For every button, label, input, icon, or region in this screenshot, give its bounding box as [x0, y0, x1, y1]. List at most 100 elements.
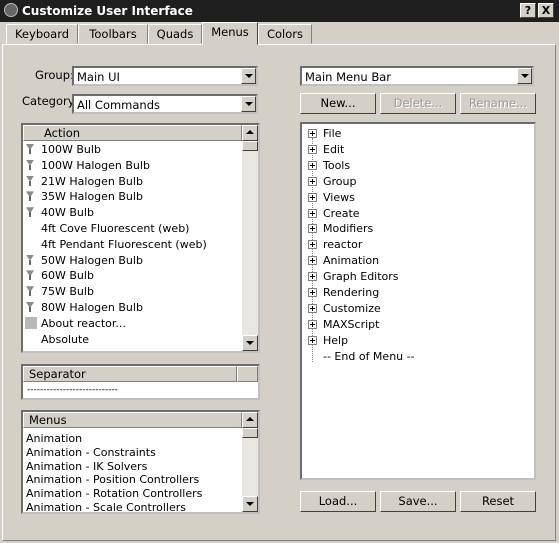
menu-tree-item[interactable]: Rendering: [308, 285, 379, 301]
action-item[interactable]: Absolute: [25, 332, 89, 347]
delete-menu-button[interactable]: Delete...: [380, 93, 456, 114]
window-title: Customize User Interface: [22, 4, 193, 18]
menu-list-item[interactable]: Animation - Position Controllers: [26, 472, 199, 487]
action-item[interactable]: 50W Halogen Bulb: [25, 253, 143, 268]
menu-tree-item[interactable]: Graph Editors: [308, 269, 399, 285]
menu-tree-item[interactable]: Customize: [308, 301, 381, 317]
action-column-header[interactable]: Action: [23, 125, 242, 141]
separator-column-header[interactable]: Separator: [23, 366, 237, 382]
menu-tree-item[interactable]: MAXScript: [308, 317, 379, 333]
menu-tree-item[interactable]: Group: [308, 174, 357, 190]
menu-list-item[interactable]: Animation - IK Solvers: [26, 459, 147, 474]
tab-quads[interactable]: Quads: [148, 24, 202, 44]
chevron-down-icon[interactable]: [241, 96, 256, 112]
expand-plus-icon[interactable]: [308, 129, 317, 138]
action-item[interactable]: 40W Bulb: [25, 205, 94, 220]
menus-list[interactable]: Menus Animation Animation - Constraints An…: [21, 410, 260, 514]
load-button[interactable]: Load...: [300, 491, 376, 512]
expand-plus-icon[interactable]: [308, 208, 317, 218]
action-item[interactable]: 35W Halogen Bulb: [25, 189, 143, 204]
chevron-down-icon[interactable]: [517, 68, 532, 84]
menu-tree-item-label: Views: [323, 190, 355, 204]
save-button[interactable]: Save...: [380, 491, 456, 512]
expand-plus-icon[interactable]: [308, 176, 317, 186]
separator-list[interactable]: Separator ----------------------------: [21, 364, 260, 400]
scroll-thumb[interactable]: [242, 141, 258, 151]
menu-tree-item-label: File: [323, 127, 342, 140]
action-item-label: 21W Halogen Bulb: [41, 174, 143, 188]
expand-plus-icon[interactable]: [308, 303, 317, 313]
action-list[interactable]: Action 100W Bulb 100W Halogen Bulb 21W Hal…: [21, 123, 260, 353]
action-item[interactable]: 4ft Cove Fluorescent (web): [25, 221, 189, 236]
menu-tree-item[interactable]: File: [308, 126, 341, 142]
expand-plus-icon[interactable]: [308, 240, 317, 250]
tab-toolbars[interactable]: Toolbars: [78, 24, 148, 44]
scroll-up-icon[interactable]: [242, 125, 258, 141]
scroll-down-icon[interactable]: [242, 496, 258, 512]
menus-scrollbar[interactable]: [242, 412, 258, 512]
menu-tree-item-label: Animation: [323, 254, 380, 268]
reset-button[interactable]: Reset: [460, 491, 536, 512]
close-button[interactable]: X: [538, 3, 554, 18]
bulb-icon: [25, 285, 37, 297]
separator-item[interactable]: ----------------------------: [27, 383, 118, 398]
action-item-label: Absolute: [41, 332, 90, 346]
action-item[interactable]: 4ft Pendant Fluorescent (web): [25, 237, 207, 252]
expand-plus-icon[interactable]: [308, 160, 317, 170]
action-item[interactable]: 21W Halogen Bulb: [25, 174, 143, 189]
menu-tree-item-label: MAXScript: [323, 317, 380, 331]
scroll-down-icon[interactable]: [242, 335, 258, 351]
bulb-icon: [25, 175, 37, 187]
help-button[interactable]: ?: [520, 3, 536, 18]
menus-column-header[interactable]: Menus: [23, 412, 242, 428]
menu-list-item[interactable]: Animation - Rotation Controllers: [26, 486, 202, 501]
category-value: All Commands: [77, 98, 161, 112]
expand-plus-icon[interactable]: [308, 288, 317, 297]
menu-list-item[interactable]: Animation - Scale Controllers: [26, 500, 186, 512]
menu-tree-item[interactable]: Create: [308, 206, 360, 222]
expand-plus-icon[interactable]: [308, 144, 317, 154]
expand-plus-icon[interactable]: [308, 272, 317, 282]
menu-tree[interactable]: File Edit Tools Group Views Create Modifiers re…: [300, 122, 536, 480]
action-item[interactable]: 80W Halogen Bulb: [25, 300, 143, 315]
menu-tree-item[interactable]: Animation: [308, 253, 379, 269]
menu-tree-item[interactable]: Views: [308, 190, 355, 206]
group-dropdown[interactable]: Main UI: [72, 66, 258, 86]
expand-plus-icon[interactable]: [308, 335, 317, 345]
menu-list-item[interactable]: Animation - Constraints: [26, 445, 156, 460]
scroll-thumb[interactable]: [242, 428, 258, 438]
new-menu-button[interactable]: New...: [300, 93, 376, 114]
action-scrollbar[interactable]: [242, 125, 258, 351]
action-item-label: 4ft Pendant Fluorescent (web): [41, 237, 207, 251]
scroll-up-icon[interactable]: [242, 412, 258, 428]
tab-menus[interactable]: Menus: [202, 22, 258, 45]
action-item[interactable]: About reactor...: [25, 316, 126, 331]
action-item[interactable]: 100W Bulb: [25, 142, 101, 157]
tab-colors[interactable]: Colors: [258, 24, 312, 44]
action-item-label: 100W Halogen Bulb: [41, 158, 150, 172]
expand-plus-icon[interactable]: [308, 224, 317, 234]
expand-plus-icon[interactable]: [308, 256, 317, 266]
title-bar: Customize User Interface ? X: [0, 0, 559, 22]
menu-tree-item[interactable]: Edit: [308, 142, 344, 158]
group-label: Group:: [35, 68, 74, 82]
action-item-label: 100W Bulb: [41, 143, 101, 156]
expand-plus-icon[interactable]: [308, 192, 317, 202]
action-item[interactable]: 100W Halogen Bulb: [25, 158, 150, 173]
chevron-down-icon[interactable]: [241, 68, 256, 84]
action-item[interactable]: 75W Bulb: [25, 284, 94, 299]
menu-tree-item[interactable]: reactor: [308, 237, 362, 253]
tab-keyboard[interactable]: Keyboard: [6, 24, 78, 44]
menu-list-item[interactable]: Animation: [26, 431, 82, 446]
category-dropdown[interactable]: All Commands: [72, 94, 258, 114]
menu-tree-item[interactable]: Tools: [308, 158, 350, 174]
expand-plus-icon[interactable]: [308, 319, 317, 329]
menu-select-dropdown[interactable]: Main Menu Bar: [300, 66, 534, 86]
end-of-menu-marker[interactable]: -- End of Menu --: [323, 349, 415, 365]
action-item-label: 60W Bulb: [41, 269, 94, 283]
action-item-label: About reactor...: [41, 316, 126, 330]
rename-menu-button[interactable]: Rename...: [460, 93, 536, 114]
action-item[interactable]: 60W Bulb: [25, 268, 94, 283]
menu-tree-item[interactable]: Modifiers: [308, 221, 373, 237]
menu-tree-item[interactable]: Help: [308, 333, 348, 349]
